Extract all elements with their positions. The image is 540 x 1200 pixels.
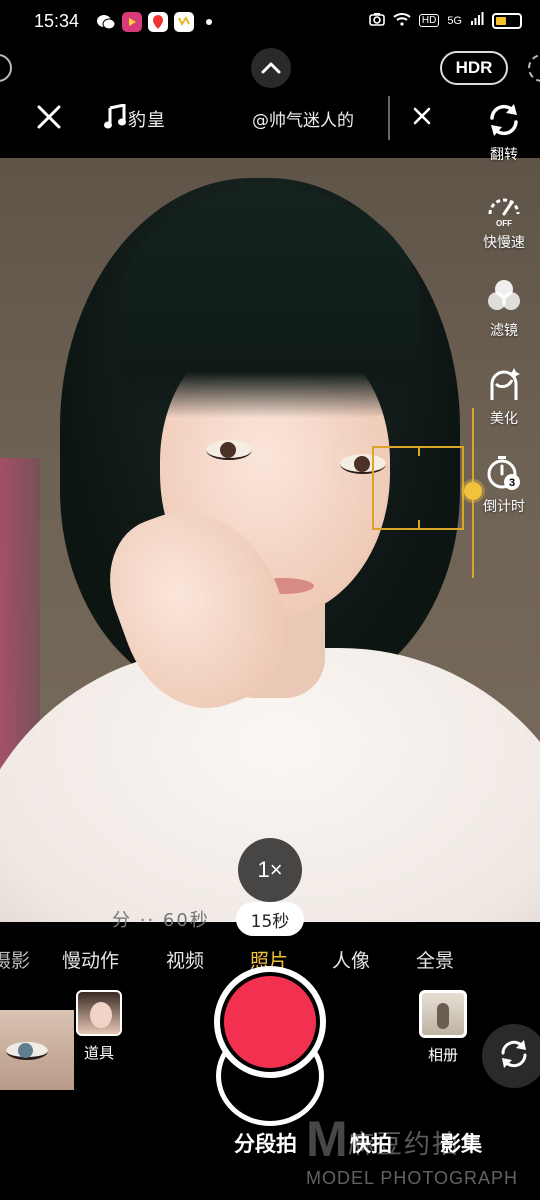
status-time: 15:34: [34, 11, 80, 31]
thumbnail-eye-image: [6, 1042, 48, 1060]
right-edge-icon[interactable]: [528, 54, 540, 82]
flip-tool[interactable]: 翻转: [470, 98, 538, 164]
shopping-app-icon: [174, 12, 194, 32]
map-pin-icon: [148, 12, 168, 32]
network-label: 5G: [447, 14, 462, 27]
camera-active-icon: [369, 12, 385, 29]
filter-label: 滤镜: [490, 323, 518, 339]
switch-camera-icon: [497, 1037, 531, 1075]
focus-frame[interactable]: [372, 446, 464, 530]
status-app-icons: [96, 12, 212, 32]
subject-bangs: [120, 188, 420, 418]
tab-slow-motion[interactable]: 慢动作: [62, 946, 119, 973]
tab-portrait[interactable]: 人像: [332, 946, 370, 973]
filter-icon: [482, 274, 526, 318]
switch-camera-button[interactable]: [482, 1024, 540, 1088]
props-thumbnail: [76, 990, 122, 1036]
remove-music-button[interactable]: [412, 106, 432, 130]
beauty-label: 美化: [490, 411, 518, 427]
chevron-up-icon: [261, 59, 281, 78]
close-camera-button[interactable]: [36, 104, 62, 134]
timer-tool[interactable]: 3 倒计时: [470, 450, 538, 516]
music-title[interactable]: 豹皇: [128, 106, 166, 132]
duration-selector[interactable]: 15秒: [236, 902, 304, 936]
hd-badge: HD: [418, 14, 440, 27]
subject-eye-left: [206, 440, 252, 460]
shutter-core: [224, 976, 316, 1068]
music-bar: 豹皇 @帅气迷人的: [0, 92, 540, 148]
beauty-tool[interactable]: 美化: [470, 362, 538, 428]
flip-label: 翻转: [490, 147, 518, 163]
album-thumbnail: [419, 990, 467, 1038]
wechat-icon: [96, 12, 116, 32]
props-label: 道具: [83, 1044, 114, 1062]
album-button[interactable]: 相册: [416, 990, 470, 1065]
recent-media-thumbnail[interactable]: [0, 1010, 74, 1090]
speed-icon: OFF: [482, 186, 526, 230]
notification-dot-icon: [206, 19, 212, 25]
duration-options[interactable]: 分 ·· 60秒: [112, 906, 210, 932]
tab-video[interactable]: 视频: [166, 946, 204, 973]
video-app-icon: [122, 12, 142, 32]
music-note-icon: [104, 103, 126, 134]
speed-off-text: OFF: [496, 219, 512, 228]
beauty-icon: [482, 362, 526, 406]
left-edge-icon[interactable]: [0, 54, 12, 82]
battery-icon: [492, 12, 522, 29]
status-indicators: HD 5G: [369, 12, 522, 29]
flip-icon: [482, 98, 526, 142]
timer-count-text: 3: [509, 477, 515, 489]
camera-viewfinder[interactable]: [0, 158, 540, 922]
watermark-logo: M: [306, 1111, 348, 1167]
filter-tool[interactable]: 滤镜: [470, 274, 538, 340]
zoom-button[interactable]: 1×: [238, 838, 302, 902]
status-bar: 15:34 HD 5G: [0, 0, 540, 46]
top-controls: HDR: [0, 46, 540, 90]
tab-panorama[interactable]: 全景: [416, 946, 454, 973]
music-author[interactable]: @帅气迷人的: [252, 106, 384, 131]
speed-label: 快慢速: [483, 235, 525, 251]
shutter-button[interactable]: [214, 966, 326, 1078]
timer-label: 倒计时: [483, 499, 525, 515]
collapse-button[interactable]: [251, 48, 291, 88]
tab-photography[interactable]: 摄影: [0, 946, 30, 973]
watermark-cn: 麻豆约拍: [348, 1130, 461, 1160]
music-divider: [388, 96, 390, 140]
speed-tool[interactable]: OFF 快慢速: [470, 186, 538, 252]
watermark-en: MODEL PHOTOGRAPH: [306, 1168, 519, 1188]
album-label: 相册: [427, 1046, 458, 1064]
props-button[interactable]: 道具: [74, 990, 124, 1063]
signal-icon: [470, 12, 484, 29]
capture-segmented[interactable]: 分段拍: [234, 1128, 297, 1158]
wifi-icon: [393, 12, 411, 29]
hdr-button[interactable]: HDR: [440, 51, 508, 85]
timer-icon: 3: [482, 450, 526, 494]
